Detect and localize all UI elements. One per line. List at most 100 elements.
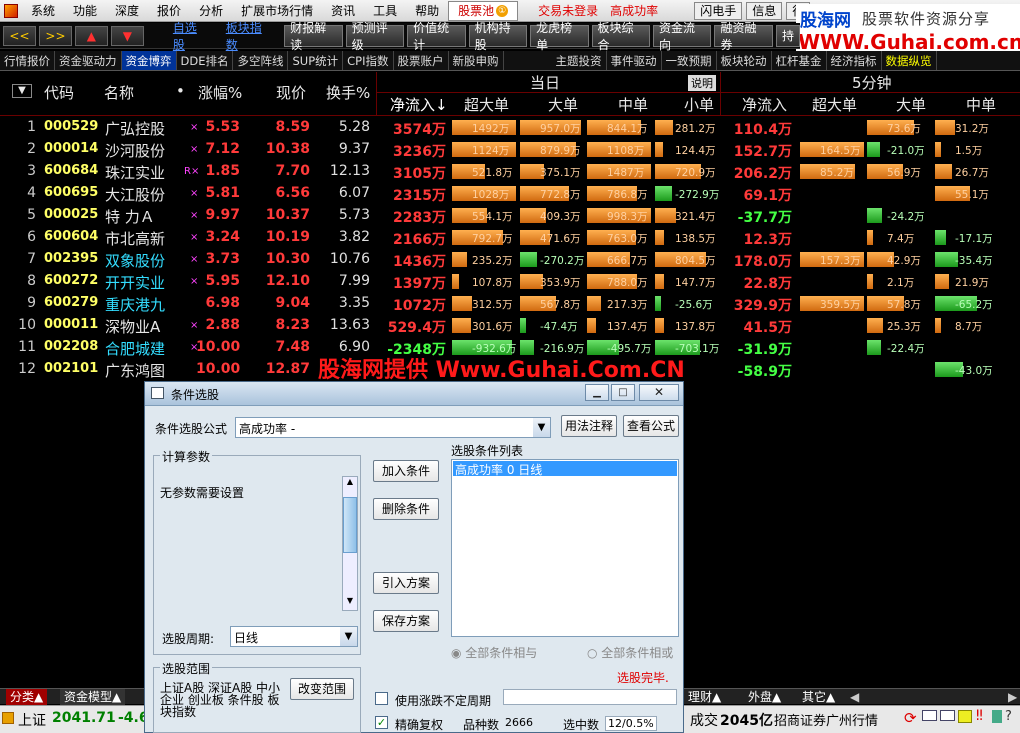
- col-price[interactable]: 现价: [276, 82, 306, 103]
- chevron-down-icon[interactable]: ▼: [533, 418, 550, 437]
- save-scheme-button[interactable]: 保存方案: [373, 610, 439, 632]
- col-5m-super-large[interactable]: 超大单: [812, 94, 857, 115]
- add-condition-button[interactable]: 加入条件: [373, 460, 439, 482]
- tb-value-stats[interactable]: 价值统计: [407, 21, 466, 52]
- explain-button[interactable]: 说明: [688, 75, 716, 91]
- watchlist-link[interactable]: 自选股: [164, 19, 217, 53]
- formula-select[interactable]: 高成功率 - ▼: [235, 417, 551, 438]
- info-button[interactable]: 信息: [746, 1, 783, 20]
- precise-adjust-checkbox[interactable]: ✓: [375, 716, 388, 729]
- tab-foreign-market[interactable]: 外盘▲: [744, 689, 785, 705]
- menu-system[interactable]: 系统: [22, 0, 64, 21]
- table-row[interactable]: 6 600604 市北高新 × 3.24 10.19 3.82 2166万 12.3万 792.7…: [0, 227, 1020, 249]
- col-turnover[interactable]: 换手%: [326, 82, 370, 103]
- tab-stock-account[interactable]: 股票账户: [394, 51, 449, 70]
- column-menu-icon[interactable]: ▼: [12, 84, 32, 98]
- table-row[interactable]: 9 600279 重庆港九 6.98 9.04 3.35 1072万 329.9万 312.5万…: [0, 293, 1020, 315]
- close-button[interactable]: ✕: [639, 384, 679, 401]
- col-small[interactable]: 小单: [684, 94, 714, 115]
- table-row[interactable]: 5 000025 特 力Ａ × 9.97 10.37 5.73 2283万 -37.7万 554.…: [0, 205, 1020, 227]
- tb-dragon-tiger[interactable]: 龙虎榜单: [530, 21, 589, 52]
- nav-down-button[interactable]: ▼: [110, 25, 144, 46]
- tab-data-overview[interactable]: 数据纵览: [882, 51, 937, 70]
- view-formula-button[interactable]: 查看公式: [623, 415, 679, 437]
- tab-category[interactable]: 分类▲: [6, 689, 48, 705]
- table-row[interactable]: 8 600272 开开实业 × 5.95 12.10 7.99 1397万 22.8万 107.8…: [0, 271, 1020, 293]
- minimize-button[interactable]: ▁: [585, 384, 609, 401]
- table-row[interactable]: 1 000529 广弘控股 × 5.53 8.59 5.28 3574万 110.4万 1492万…: [0, 117, 1020, 139]
- tb-forecast-rating[interactable]: 预测评级: [345, 21, 405, 52]
- menu-depth[interactable]: 深度: [106, 0, 148, 21]
- table-row[interactable]: 10 000011 深物业A × 2.88 8.23 13.63 529.4万 41.5万 301…: [0, 315, 1020, 337]
- chevron-down-icon[interactable]: ▼: [340, 627, 357, 646]
- tab-theme[interactable]: 主题投资: [552, 51, 607, 70]
- index-name[interactable]: 上证: [18, 710, 46, 730]
- tb-institution-holdings[interactable]: 机构持股: [468, 21, 528, 52]
- sector-index-link[interactable]: 板块指数: [217, 19, 281, 53]
- tb-fund-flow[interactable]: 资金流向: [653, 21, 712, 52]
- tab-dde-rank[interactable]: DDE排名: [177, 51, 234, 70]
- nav-up-button[interactable]: ▲: [74, 25, 108, 46]
- maximize-button[interactable]: □: [611, 384, 635, 401]
- col-change-pct[interactable]: 涨幅%: [198, 82, 242, 103]
- table-row[interactable]: 7 002395 双象股份 × 3.73 10.30 10.76 1436万 178.0万 235…: [0, 249, 1020, 271]
- col-5m-medium[interactable]: 中单: [966, 94, 996, 115]
- nav-back-button[interactable]: <<: [3, 25, 36, 46]
- col-large[interactable]: 大单: [548, 94, 578, 115]
- condition-list-item[interactable]: 高成功率 0 日线: [453, 461, 677, 477]
- period-select[interactable]: 日线 ▼: [230, 626, 358, 647]
- table-row[interactable]: 3 600684 珠江实业 R× 1.85 7.70 12.13 3105万 206.2万 521…: [0, 161, 1020, 183]
- change-range-button[interactable]: 改变范围: [290, 678, 354, 700]
- params-scrollbar[interactable]: ▲ ▼: [342, 476, 358, 611]
- menu-function[interactable]: 功能: [64, 0, 106, 21]
- tb-holdings[interactable]: 持: [775, 24, 800, 47]
- tab-event[interactable]: 事件驱动: [607, 51, 662, 70]
- col-net-inflow[interactable]: 净流入↓: [390, 94, 448, 115]
- radio-and[interactable]: ◉ 全部条件相与: [451, 644, 537, 661]
- delete-condition-button[interactable]: 删除条件: [373, 498, 439, 520]
- scroll-up-icon[interactable]: ▲: [343, 477, 357, 491]
- tab-wealth[interactable]: 理财▲: [684, 689, 725, 705]
- trade-login-status[interactable]: 交易未登录: [532, 2, 604, 19]
- tab-consensus[interactable]: 一致预期: [662, 51, 717, 70]
- col-code[interactable]: 代码: [44, 82, 74, 103]
- tab-ipo[interactable]: 新股申购: [449, 51, 504, 70]
- table-row[interactable]: 2 000014 沙河股份 × 7.12 10.38 9.37 3236万 152.7万 1124…: [0, 139, 1020, 161]
- tab-sector-rotation[interactable]: 板块轮动: [717, 51, 772, 70]
- import-scheme-button[interactable]: 引入方案: [373, 572, 439, 594]
- tab-cpi[interactable]: CPI指数: [343, 51, 394, 70]
- scroll-right-icon[interactable]: ▶: [1004, 689, 1020, 705]
- uncertain-period-checkbox[interactable]: [375, 692, 388, 705]
- mail-icon[interactable]: [922, 710, 937, 721]
- tab-quote[interactable]: 行情报价: [0, 51, 55, 70]
- tab-leverage-fund[interactable]: 杠杆基金: [772, 51, 827, 70]
- col-5m-large[interactable]: 大单: [896, 94, 926, 115]
- tb-margin-trading[interactable]: 融资融券: [714, 21, 773, 52]
- tab-fund-game[interactable]: 资金博弈: [121, 51, 177, 70]
- col-name[interactable]: 名称: [104, 82, 134, 103]
- menu-stock-pool[interactable]: 股票池 ①: [448, 0, 519, 21]
- tab-fund-model[interactable]: 资金模型▲: [60, 689, 126, 705]
- col-medium[interactable]: 中单: [618, 94, 648, 115]
- col-super-large[interactable]: 超大单: [464, 94, 509, 115]
- condition-list[interactable]: 高成功率 0 日线: [451, 459, 679, 637]
- help-icon[interactable]: ?: [1005, 709, 1012, 724]
- refresh-icon[interactable]: ⟳: [904, 709, 917, 727]
- tab-others[interactable]: 其它▲: [798, 689, 839, 705]
- tb-financial-report[interactable]: 财报解读: [284, 21, 343, 52]
- tab-economy[interactable]: 经济指标: [827, 51, 882, 70]
- lock-icon[interactable]: [958, 710, 972, 723]
- connection-icon[interactable]: [992, 710, 1002, 723]
- usage-notes-button[interactable]: 用法注释: [561, 415, 617, 437]
- lightning-trade-button[interactable]: 闪电手: [694, 1, 743, 20]
- signal-icon[interactable]: ‼: [976, 708, 983, 724]
- tab-fund-driver[interactable]: 资金驱动力: [55, 51, 122, 70]
- table-row[interactable]: 4 600695 大江股份 × 5.81 6.56 6.07 2315万 69.1万 1028万 7…: [0, 183, 1020, 205]
- tb-sector-overview[interactable]: 板块综合: [591, 21, 651, 52]
- scroll-thumb[interactable]: [343, 497, 357, 553]
- tab-sup-stats[interactable]: SUP统计: [288, 51, 344, 70]
- mail2-icon[interactable]: [940, 710, 955, 721]
- col-5m-net-inflow[interactable]: 净流入: [742, 94, 787, 115]
- nav-forward-button[interactable]: >>: [38, 25, 72, 46]
- scroll-down-icon[interactable]: ▼: [343, 596, 357, 610]
